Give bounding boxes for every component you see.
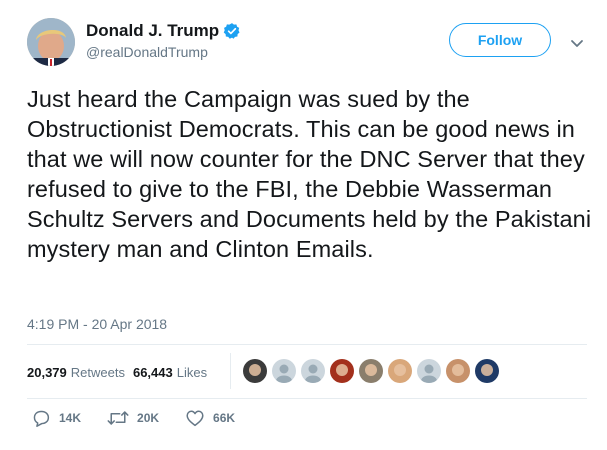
- verified-badge-icon: [223, 22, 241, 40]
- retweet-icon: [107, 409, 129, 427]
- liked-by-avatars: [242, 358, 503, 386]
- divider: [27, 344, 587, 345]
- follow-button[interactable]: Follow: [449, 23, 551, 57]
- screen-name[interactable]: @realDonaldTrump: [86, 44, 241, 60]
- retweet-button[interactable]: 20K: [107, 409, 159, 427]
- tweet-card: Donald J. Trump @realDonaldTrump Follow …: [0, 0, 607, 450]
- liked-by-avatar[interactable]: [474, 358, 500, 384]
- like-count: 66K: [213, 411, 236, 425]
- tweet-stats: 20,379 Retweets 66,443 Likes: [27, 358, 207, 386]
- reply-count: 14K: [59, 411, 82, 425]
- liked-by-avatar[interactable]: [242, 358, 268, 384]
- heart-icon: [185, 409, 205, 427]
- liked-by-avatar[interactable]: [358, 358, 384, 384]
- display-name[interactable]: Donald J. Trump: [86, 21, 219, 41]
- tweet-timestamp[interactable]: 4:19 PM - 20 Apr 2018: [27, 316, 167, 332]
- author-avatar[interactable]: [27, 18, 75, 66]
- liked-by-avatar[interactable]: [416, 358, 442, 384]
- reply-icon: [31, 409, 51, 427]
- liked-by-avatar[interactable]: [271, 358, 297, 384]
- display-name-row: Donald J. Trump: [86, 20, 241, 42]
- retweet-count: 20K: [137, 411, 160, 425]
- likes-count[interactable]: 66,443: [133, 365, 173, 380]
- author-info[interactable]: Donald J. Trump @realDonaldTrump: [86, 20, 241, 60]
- likes-label[interactable]: Likes: [177, 365, 207, 380]
- liked-by-avatar[interactable]: [387, 358, 413, 384]
- liked-by-avatar[interactable]: [329, 358, 355, 384]
- tweet-text: Just heard the Campaign was sued by the …: [27, 86, 592, 262]
- liked-by-avatar[interactable]: [445, 358, 471, 384]
- chevron-down-icon[interactable]: [570, 36, 584, 47]
- liked-by-avatar[interactable]: [300, 358, 326, 384]
- retweets-label[interactable]: Retweets: [71, 365, 125, 380]
- stats-separator: [230, 353, 231, 389]
- divider: [27, 398, 587, 399]
- retweets-count[interactable]: 20,379: [27, 365, 67, 380]
- tweet-actions: 14K 20K 66K: [31, 408, 261, 428]
- like-button[interactable]: 66K: [185, 409, 235, 427]
- reply-button[interactable]: 14K: [31, 409, 81, 427]
